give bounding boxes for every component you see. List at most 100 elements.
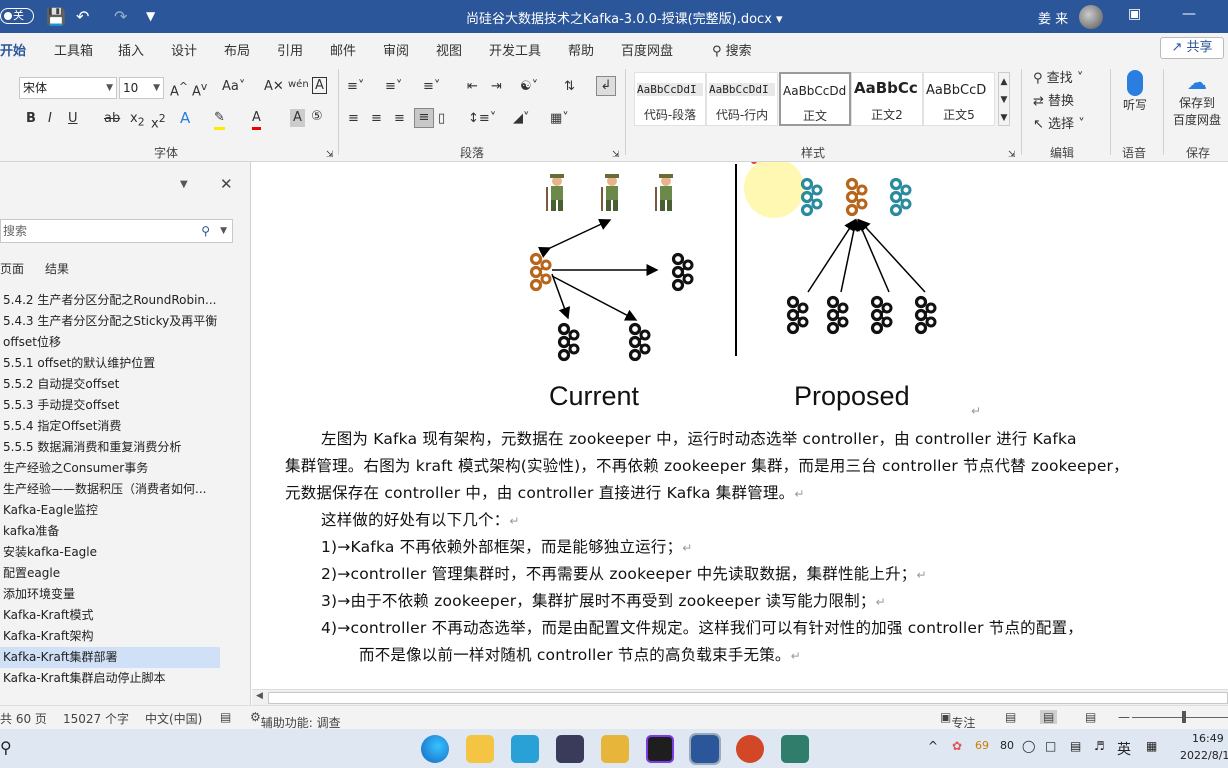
- nav-heading-item[interactable]: Kafka-Kraft集群启动停止脚本: [0, 668, 220, 689]
- tab-insert[interactable]: 插入: [118, 40, 144, 59]
- asian-layout-icon[interactable]: ☯˅: [520, 78, 538, 96]
- customize-qat-icon[interactable]: ▼: [146, 9, 155, 23]
- horizontal-scrollbar[interactable]: ◀: [252, 689, 1228, 705]
- chevron-up-icon[interactable]: ^: [928, 739, 938, 753]
- ime-mode-icon[interactable]: ▦: [1146, 739, 1157, 753]
- align-center-icon[interactable]: ≡: [371, 110, 382, 128]
- tab-developer[interactable]: 开发工具: [489, 40, 541, 59]
- font-name-select[interactable]: 宋体 ▼: [19, 77, 117, 99]
- clock-time[interactable]: 16:49: [1192, 732, 1224, 745]
- tray-counter[interactable]: 80: [1000, 739, 1014, 752]
- intellij-icon[interactable]: [646, 735, 674, 763]
- clock-date[interactable]: 2022/8/1: [1180, 749, 1228, 762]
- network-icon[interactable]: □: [1045, 739, 1056, 753]
- file-explorer-icon[interactable]: [466, 735, 494, 763]
- justify-icon[interactable]: ≡: [414, 108, 434, 128]
- style-normal[interactable]: AaBbCcDd 正文: [779, 72, 851, 126]
- replace-button[interactable]: ⇄ 替换: [1033, 93, 1074, 111]
- ribbon-display-icon[interactable]: ▣: [1128, 6, 1141, 22]
- zoom-slider-thumb[interactable]: [1182, 711, 1186, 723]
- minimize-icon[interactable]: —: [1182, 6, 1196, 22]
- tab-toolbox[interactable]: 工具箱: [54, 40, 93, 59]
- borders-icon[interactable]: ▦˅: [550, 110, 569, 128]
- tab-home[interactable]: 开始: [0, 40, 27, 66]
- nav-heading-item[interactable]: 配置eagle: [0, 563, 220, 584]
- char-shading-icon[interactable]: A: [290, 109, 305, 127]
- tab-design[interactable]: 设计: [171, 40, 197, 59]
- document-page[interactable]: Current Proposed ↵ 左图为 Kafka 现有架构，元数据在 z…: [252, 162, 1228, 689]
- nav-heading-item[interactable]: 5.4.3 生产者分区分配之Sticky及再平衡: [0, 311, 220, 332]
- tab-pages[interactable]: 页面: [0, 260, 24, 277]
- select-button[interactable]: ↖ 选择 ˅: [1033, 116, 1085, 134]
- macro-icon[interactable]: ▤: [220, 710, 231, 724]
- search-icon[interactable]: ⚲: [0, 738, 12, 757]
- style-code-inline[interactable]: AaBbCcDdI 代码-行内: [706, 72, 778, 126]
- strikethrough-icon[interactable]: ab: [104, 110, 120, 128]
- folder-icon[interactable]: [601, 735, 629, 763]
- share-button[interactable]: ↗ 共享: [1160, 37, 1224, 59]
- scrollbar-thumb[interactable]: [268, 692, 1228, 704]
- nav-heading-item[interactable]: 生产经验——数据积压（消费者如何...: [0, 479, 220, 500]
- change-case-icon[interactable]: Aa˅: [222, 78, 245, 96]
- app-icon[interactable]: [511, 735, 539, 763]
- line-spacing-icon[interactable]: ↕≡˅: [468, 110, 496, 128]
- ime-indicator[interactable]: 英: [1117, 739, 1131, 759]
- battery-icon[interactable]: ▤: [1070, 739, 1081, 753]
- word-count[interactable]: 15027 个字: [63, 710, 129, 727]
- read-mode-icon[interactable]: ▤: [1005, 710, 1016, 724]
- tray-app-icon[interactable]: ✿: [952, 739, 962, 753]
- pane-options-icon[interactable]: ▼: [180, 179, 188, 190]
- page-count[interactable]: 共 60 页: [0, 710, 47, 727]
- zoom-slider[interactable]: [1132, 717, 1228, 718]
- char-border-icon[interactable]: A: [312, 77, 327, 94]
- tab-review[interactable]: 审阅: [383, 40, 409, 59]
- nav-heading-item[interactable]: 安装kafka-Eagle: [0, 542, 220, 563]
- web-layout-icon[interactable]: ▤: [1085, 710, 1096, 724]
- save-to-netdisk-button[interactable]: ☁ 保存到 百度网盘: [1168, 70, 1226, 128]
- nav-heading-item[interactable]: Kafka-Kraft集群部署: [0, 647, 220, 668]
- style-body2[interactable]: AaBbCc 正文2: [851, 72, 923, 126]
- numbering-icon[interactable]: ≡˅: [385, 78, 402, 96]
- multilevel-list-icon[interactable]: ≡˅: [423, 78, 440, 96]
- nav-heading-item[interactable]: 5.5.4 指定Offset消费: [0, 416, 220, 437]
- focus-button[interactable]: ▣ 专注: [940, 710, 975, 730]
- save-icon[interactable]: 💾: [46, 7, 66, 26]
- nav-heading-item[interactable]: 5.5.3 手动提交offset: [0, 395, 220, 416]
- nav-heading-item[interactable]: kafka准备: [0, 521, 220, 542]
- close-icon[interactable]: ✕: [220, 175, 233, 193]
- tab-baidu-netdisk[interactable]: 百度网盘: [621, 40, 673, 59]
- sort-icon[interactable]: ⇅: [564, 78, 575, 96]
- accessibility-status[interactable]: ⚙ 辅助功能: 调查: [250, 710, 341, 730]
- avatar[interactable]: [1079, 5, 1103, 29]
- align-right-icon[interactable]: ≡: [394, 110, 405, 128]
- print-layout-icon[interactable]: ▤: [1040, 710, 1058, 724]
- bullets-icon[interactable]: ≡˅: [347, 78, 364, 96]
- style-body5[interactable]: AaBbCcD 正文5: [923, 72, 995, 126]
- phonetic-guide-icon[interactable]: wén: [288, 76, 309, 94]
- user-name[interactable]: 姜 来: [1038, 8, 1068, 27]
- nav-heading-item[interactable]: Kafka-Kraft模式: [0, 605, 220, 626]
- scroll-left-icon[interactable]: ◀: [256, 691, 263, 701]
- superscript-icon[interactable]: x2: [151, 110, 166, 133]
- text-effects-icon[interactable]: A: [180, 109, 190, 127]
- undo-icon[interactable]: ↶: [76, 7, 89, 26]
- styles-scroll-icon[interactable]: ▲ ▼ ▼: [998, 72, 1010, 126]
- powerpoint-icon[interactable]: [736, 735, 764, 763]
- tab-layout[interactable]: 布局: [224, 40, 250, 59]
- tab-view[interactable]: 视图: [436, 40, 462, 59]
- volume-icon[interactable]: ♬: [1094, 739, 1105, 753]
- shading-icon[interactable]: ◢˅: [513, 110, 530, 128]
- nav-heading-item[interactable]: offset位移: [0, 332, 220, 353]
- enclose-char-icon[interactable]: ⑤: [311, 108, 323, 126]
- tray-app-icon[interactable]: ◯: [1022, 739, 1035, 753]
- autosave-toggle[interactable]: 关: [0, 8, 34, 24]
- shrink-font-icon[interactable]: Av: [192, 78, 207, 101]
- temperature-indicator[interactable]: 69: [975, 739, 989, 752]
- clear-format-icon[interactable]: A✕: [264, 78, 284, 96]
- nav-heading-item[interactable]: 5.5.1 offset的默认维护位置: [0, 353, 220, 374]
- decrease-indent-icon[interactable]: ⇤: [467, 78, 478, 96]
- distributed-icon[interactable]: ▯: [438, 110, 445, 128]
- font-color-icon[interactable]: A: [252, 109, 261, 130]
- tab-references[interactable]: 引用: [277, 40, 303, 59]
- zoom-out-icon[interactable]: —: [1118, 710, 1130, 724]
